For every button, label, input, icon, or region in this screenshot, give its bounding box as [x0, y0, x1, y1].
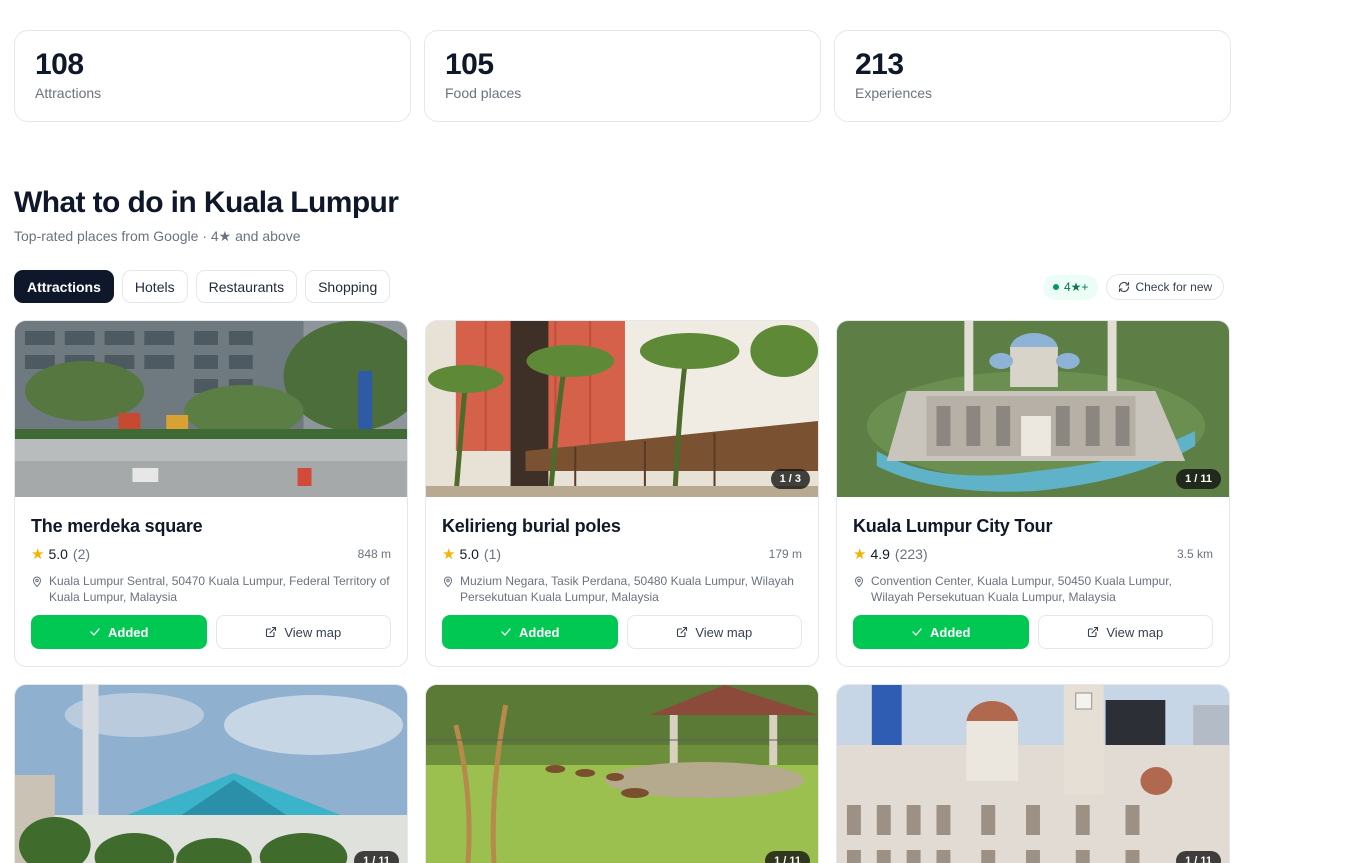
added-button[interactable]: Added — [442, 615, 618, 649]
page-title: What to do in Kuala Lumpur — [14, 186, 399, 219]
list-controls: 4★+ Check for new — [1043, 274, 1225, 300]
added-label: Added — [108, 624, 149, 640]
stats-row: 108 Attractions 105 Food places 213 Expe… — [14, 30, 1231, 122]
tab-attractions[interactable]: Attractions — [14, 270, 114, 303]
rating-filter-badge[interactable]: 4★+ — [1043, 274, 1099, 300]
review-count: (2) — [72, 546, 91, 562]
distance: 179 m — [768, 547, 802, 561]
stat-value: 213 — [855, 48, 904, 81]
stat-card-attractions: 108 Attractions — [14, 30, 411, 122]
place-address: Muzium Negara, Tasik Perdana, 50480 Kual… — [442, 573, 802, 605]
map-pin-icon — [32, 576, 42, 588]
refresh-icon — [1119, 281, 1130, 293]
card-actions: Added View map — [853, 615, 1213, 649]
check-icon — [501, 628, 511, 636]
rating-filter-label: 4★+ — [1064, 280, 1089, 294]
added-button[interactable]: Added — [31, 615, 207, 649]
place-photo[interactable] — [15, 321, 407, 497]
view-map-label: View map — [284, 624, 342, 640]
view-map-label: View map — [695, 624, 753, 640]
star-icon: ★ — [442, 546, 456, 563]
place-photo[interactable]: 1 / 3 — [426, 321, 818, 497]
places-grid: The merdeka square ★ 5.0 (2) 848 m Kuala… — [14, 320, 1230, 863]
card-actions: Added View map — [442, 615, 802, 649]
place-photo[interactable]: 1 / 11 — [837, 685, 1229, 863]
check-for-new-button[interactable]: Check for new — [1106, 274, 1225, 300]
stat-label: Food places — [445, 85, 522, 101]
place-title[interactable]: The merdeka square — [31, 516, 391, 537]
star-icon: ★ — [31, 546, 45, 563]
distance: 3.5 km — [1176, 547, 1213, 561]
stat-label: Experiences — [855, 85, 933, 101]
photo-counter: 1 / 11 — [354, 851, 399, 863]
check-for-new-label: Check for new — [1135, 280, 1213, 294]
status-dot-icon — [1053, 284, 1059, 290]
rating-value: 4.9 — [870, 546, 890, 562]
rating-row: ★ 5.0 (1) 179 m — [442, 545, 802, 563]
photo-counter: 1 / 11 — [765, 851, 810, 863]
address-text: Convention Center, Kuala Lumpur, 50450 K… — [871, 574, 1172, 604]
place-address: Kuala Lumpur Sentral, 50470 Kuala Lumpur… — [31, 573, 391, 605]
tab-restaurants[interactable]: Restaurants — [195, 270, 298, 303]
view-map-label: View map — [1106, 624, 1164, 640]
check-icon — [912, 628, 922, 636]
page-subtitle: Top-rated places from Google · 4★ and ab… — [14, 228, 301, 244]
view-map-button[interactable]: View map — [215, 615, 391, 649]
external-link-icon — [1088, 626, 1099, 638]
place-card: 1 / 11 — [836, 684, 1230, 863]
external-link-icon — [677, 626, 688, 638]
distance: 848 m — [357, 547, 391, 561]
review-count: (1) — [483, 546, 502, 562]
star-icon: ★ — [853, 546, 867, 563]
place-photo[interactable]: 1 / 11 — [426, 685, 818, 863]
place-card: 1 / 11 — [14, 684, 408, 863]
address-text: Kuala Lumpur Sentral, 50470 Kuala Lumpur… — [49, 574, 390, 604]
external-link-icon — [266, 626, 277, 638]
place-card: The merdeka square ★ 5.0 (2) 848 m Kuala… — [14, 320, 408, 667]
stat-card-experiences: 213 Experiences — [834, 30, 1231, 122]
stat-label: Attractions — [35, 85, 102, 101]
place-card: 1 / 3 Kelirieng burial poles ★ 5.0 (1) 1… — [425, 320, 819, 667]
stat-card-food-places: 105 Food places — [424, 30, 821, 122]
review-count: (223) — [894, 546, 928, 562]
check-icon — [90, 628, 100, 636]
rating-row: ★ 4.9 (223) 3.5 km — [853, 545, 1213, 563]
rating-value: 5.0 — [459, 546, 479, 562]
place-address: Convention Center, Kuala Lumpur, 50450 K… — [853, 573, 1213, 605]
added-label: Added — [930, 624, 971, 640]
map-pin-icon — [854, 576, 864, 588]
place-title[interactable]: Kelirieng burial poles — [442, 516, 802, 537]
added-label: Added — [519, 624, 560, 640]
photo-counter: 1 / 3 — [770, 469, 810, 489]
view-map-button[interactable]: View map — [1037, 615, 1213, 649]
rating-value: 5.0 — [48, 546, 68, 562]
stat-value: 108 — [35, 48, 84, 81]
rating-row: ★ 5.0 (2) 848 m — [31, 545, 391, 563]
view-map-button[interactable]: View map — [626, 615, 802, 649]
place-card: 1 / 11 — [425, 684, 819, 863]
place-card: 1 / 11 Kuala Lumpur City Tour ★ 4.9 (223… — [836, 320, 1230, 667]
photo-counter: 1 / 11 — [1176, 469, 1221, 489]
added-button[interactable]: Added — [853, 615, 1029, 649]
place-photo[interactable]: 1 / 11 — [837, 321, 1229, 497]
photo-counter: 1 / 11 — [1176, 851, 1221, 863]
tab-hotels[interactable]: Hotels — [121, 270, 188, 303]
address-text: Muzium Negara, Tasik Perdana, 50480 Kual… — [460, 574, 794, 604]
tab-shopping[interactable]: Shopping — [305, 270, 391, 303]
stat-value: 105 — [445, 48, 494, 81]
map-pin-icon — [443, 576, 453, 588]
place-title[interactable]: Kuala Lumpur City Tour — [853, 516, 1213, 537]
place-photo[interactable]: 1 / 11 — [15, 685, 407, 863]
card-actions: Added View map — [31, 615, 391, 649]
category-tabs: Attractions Hotels Restaurants Shopping — [14, 270, 391, 303]
